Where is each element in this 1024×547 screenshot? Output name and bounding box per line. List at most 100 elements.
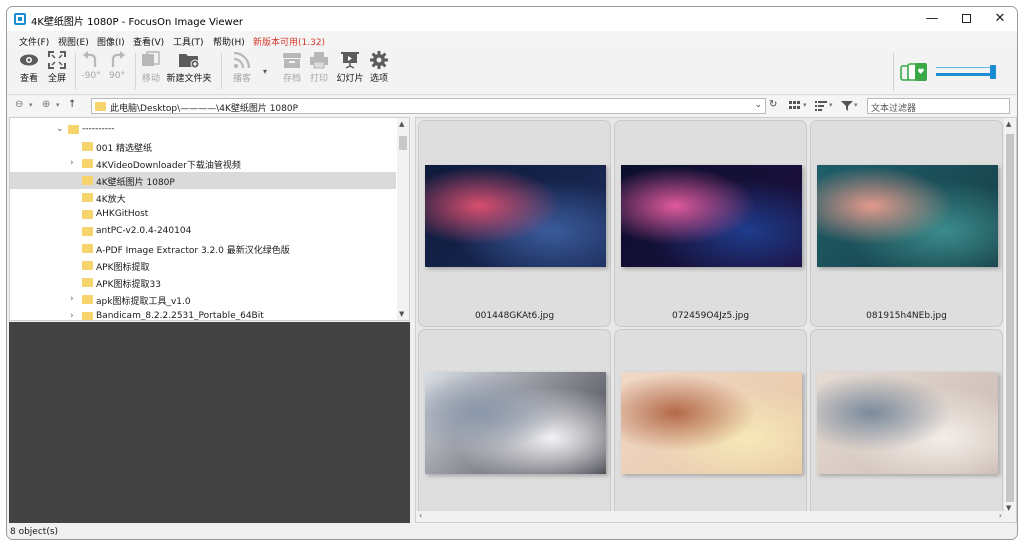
menu-help[interactable]: 帮助(H)	[213, 35, 245, 48]
menu-tools[interactable]: 工具(T)	[173, 35, 204, 48]
folder-icon	[82, 278, 93, 287]
tree-item[interactable]: APK图标提取33	[10, 274, 396, 291]
toolbar-separator	[221, 53, 222, 89]
tree-item[interactable]: ⌄ ----------	[10, 121, 396, 138]
thumbnail-scrollbar-thumb[interactable]	[1006, 134, 1014, 502]
thumbnail-image[interactable]	[817, 165, 998, 267]
tree-item[interactable]: 4K放大	[10, 189, 396, 206]
folder-icon	[68, 125, 79, 134]
slideshow-icon	[341, 52, 359, 69]
maximize-button[interactable]	[949, 7, 983, 31]
address-dropdown-icon[interactable]: ⌄	[754, 100, 762, 110]
tree-item[interactable]: › apk图标提取工具_v1.0	[10, 291, 396, 308]
address-input[interactable]: 此电脑\Desktop\————\4K壁纸图片 1080P ⌄	[91, 98, 766, 114]
menu-view[interactable]: 视图(E)	[58, 35, 89, 48]
zoom-slider-thumb[interactable]	[990, 65, 996, 79]
menu-look[interactable]: 查看(V)	[133, 35, 164, 48]
menu-image[interactable]: 图像(I)	[97, 35, 125, 48]
zoom-slider-track[interactable]	[936, 73, 992, 76]
tree-item-label: APK图标提取33	[96, 280, 161, 290]
expand-toggle-icon[interactable]: ›	[70, 158, 74, 168]
scroll-left-icon[interactable]: ‹	[419, 511, 422, 520]
sort-dropdown[interactable]: ▾	[829, 101, 833, 109]
scroll-up-icon[interactable]: ▲	[399, 120, 404, 128]
filter-icon[interactable]	[841, 101, 853, 111]
maximize-icon	[961, 14, 971, 23]
thumbnail-filename: 001448GKAt6.jpg	[474, 311, 555, 321]
rotate-right-button[interactable]: 90°	[105, 51, 129, 81]
options-button[interactable]: 选项	[367, 51, 391, 84]
thumbnail-card[interactable]: 001448GKAt6.jpg	[419, 121, 610, 326]
sort-icon[interactable]	[815, 101, 829, 111]
rotate-left-button[interactable]: -90°	[79, 51, 103, 81]
forward-button[interactable]: ⊕	[42, 99, 50, 110]
tree-item-label: 4K放大	[96, 195, 126, 205]
tree-item[interactable]: 001 精选壁纸	[10, 138, 396, 155]
forward-history-dropdown[interactable]: ▾	[56, 101, 60, 109]
tree-item-label: 001 精选壁纸	[96, 144, 153, 154]
move-button[interactable]: 移动	[139, 51, 163, 84]
up-folder-button[interactable]: ↑	[68, 99, 76, 110]
scroll-up-icon[interactable]: ▲	[1006, 120, 1011, 128]
expand-toggle-icon[interactable]: ›	[70, 311, 74, 320]
thumbnail-image[interactable]	[621, 372, 802, 474]
tree-item[interactable]: 4K壁纸图片 1080P	[10, 172, 396, 189]
app-icon	[14, 13, 26, 25]
thumbnail-card[interactable]: 072459O4Jz5.jpg	[615, 121, 806, 326]
thumbnail-card[interactable]	[419, 330, 610, 522]
thumbnail-hscrollbar[interactable]: ‹ ›	[416, 511, 1006, 522]
back-history-dropdown[interactable]: ▾	[29, 101, 33, 109]
tree-item[interactable]: antPC-v2.0.4-240104	[10, 223, 396, 240]
tree-item-label: apk图标提取工具_v1.0	[96, 297, 191, 307]
slideshow-button[interactable]: 幻灯片	[335, 51, 365, 84]
tree-item[interactable]: AHKGitHost	[10, 206, 396, 223]
thumbnail-image[interactable]	[817, 372, 998, 474]
toolbar: 查看 全屏 -90° 90° 移动 新建文件夹 播客 ▾ 存档 打印 幻灯片 选…	[7, 49, 1017, 95]
broadcast-button[interactable]: 播客	[229, 51, 255, 84]
grid-view-icon[interactable]	[789, 101, 801, 111]
update-available-link[interactable]: 新版本可用(1.32)	[253, 35, 325, 48]
back-button[interactable]: ⊖	[15, 99, 23, 110]
expand-toggle-icon[interactable]: ⌄	[56, 124, 64, 134]
minimize-button[interactable]: —	[915, 7, 949, 31]
tree-scrollbar-thumb[interactable]	[399, 136, 407, 150]
fullscreen-button[interactable]: 全屏	[45, 51, 69, 84]
tree-item[interactable]: › Bandicam_8.2.2.2531_Portable_64Bit	[10, 308, 396, 320]
object-count: 8 object(s)	[10, 527, 59, 537]
menu-file[interactable]: 文件(F)	[19, 35, 49, 48]
thumbnail-scrollbar[interactable]: ▲ ▼	[1004, 118, 1016, 522]
tree-item-label: 4KVideoDownloader下载油管视频	[96, 161, 241, 171]
thumbnail-image[interactable]	[425, 165, 606, 267]
folder-icon	[82, 261, 93, 270]
tree-item[interactable]: › 4KVideoDownloader下载油管视频	[10, 155, 396, 172]
save-button[interactable]: 存档	[279, 51, 305, 84]
scroll-down-icon[interactable]: ▼	[1006, 504, 1011, 512]
view-button[interactable]: 查看	[17, 51, 41, 84]
refresh-icon[interactable]: ↻	[769, 99, 777, 110]
tree-item[interactable]: A-PDF Image Extractor 3.2.0 最新汉化绿色版	[10, 240, 396, 257]
print-button[interactable]: 打印	[306, 51, 332, 84]
close-button[interactable]: ✕	[983, 7, 1017, 31]
tree-item[interactable]: APK图标提取	[10, 257, 396, 274]
thumbnail-image[interactable]	[621, 165, 802, 267]
text-filter-input[interactable]: 文本过滤器	[867, 98, 1010, 114]
scroll-right-icon[interactable]: ›	[999, 511, 1002, 520]
thumbnail-size-icon[interactable]	[900, 62, 928, 82]
tree-scrollbar[interactable]: ▲ ▼	[397, 118, 409, 320]
thumbnail-card[interactable]	[615, 330, 806, 522]
filter-dropdown[interactable]: ▾	[854, 101, 858, 109]
scroll-down-icon[interactable]: ▼	[399, 310, 404, 318]
new-folder-button[interactable]: 新建文件夹	[166, 51, 212, 84]
toolbar-separator	[135, 53, 136, 89]
expand-toggle-icon[interactable]: ›	[70, 294, 74, 304]
folder-icon	[95, 102, 106, 111]
thumbnail-image[interactable]	[425, 372, 606, 474]
view-mode-dropdown[interactable]: ▾	[803, 101, 807, 109]
options-label: 选项	[369, 74, 388, 84]
app-window: 4K壁纸图片 1080P - FocusOn Image Viewer — ✕ …	[6, 6, 1018, 540]
thumbnail-card[interactable]: 081915h4NEb.jpg	[811, 121, 1002, 326]
dropdown-arrow-icon[interactable]: ▾	[263, 67, 267, 76]
thumbnail-card[interactable]	[811, 330, 1002, 522]
rotate-right-label: 90°	[109, 71, 125, 81]
eye-icon	[20, 54, 38, 66]
